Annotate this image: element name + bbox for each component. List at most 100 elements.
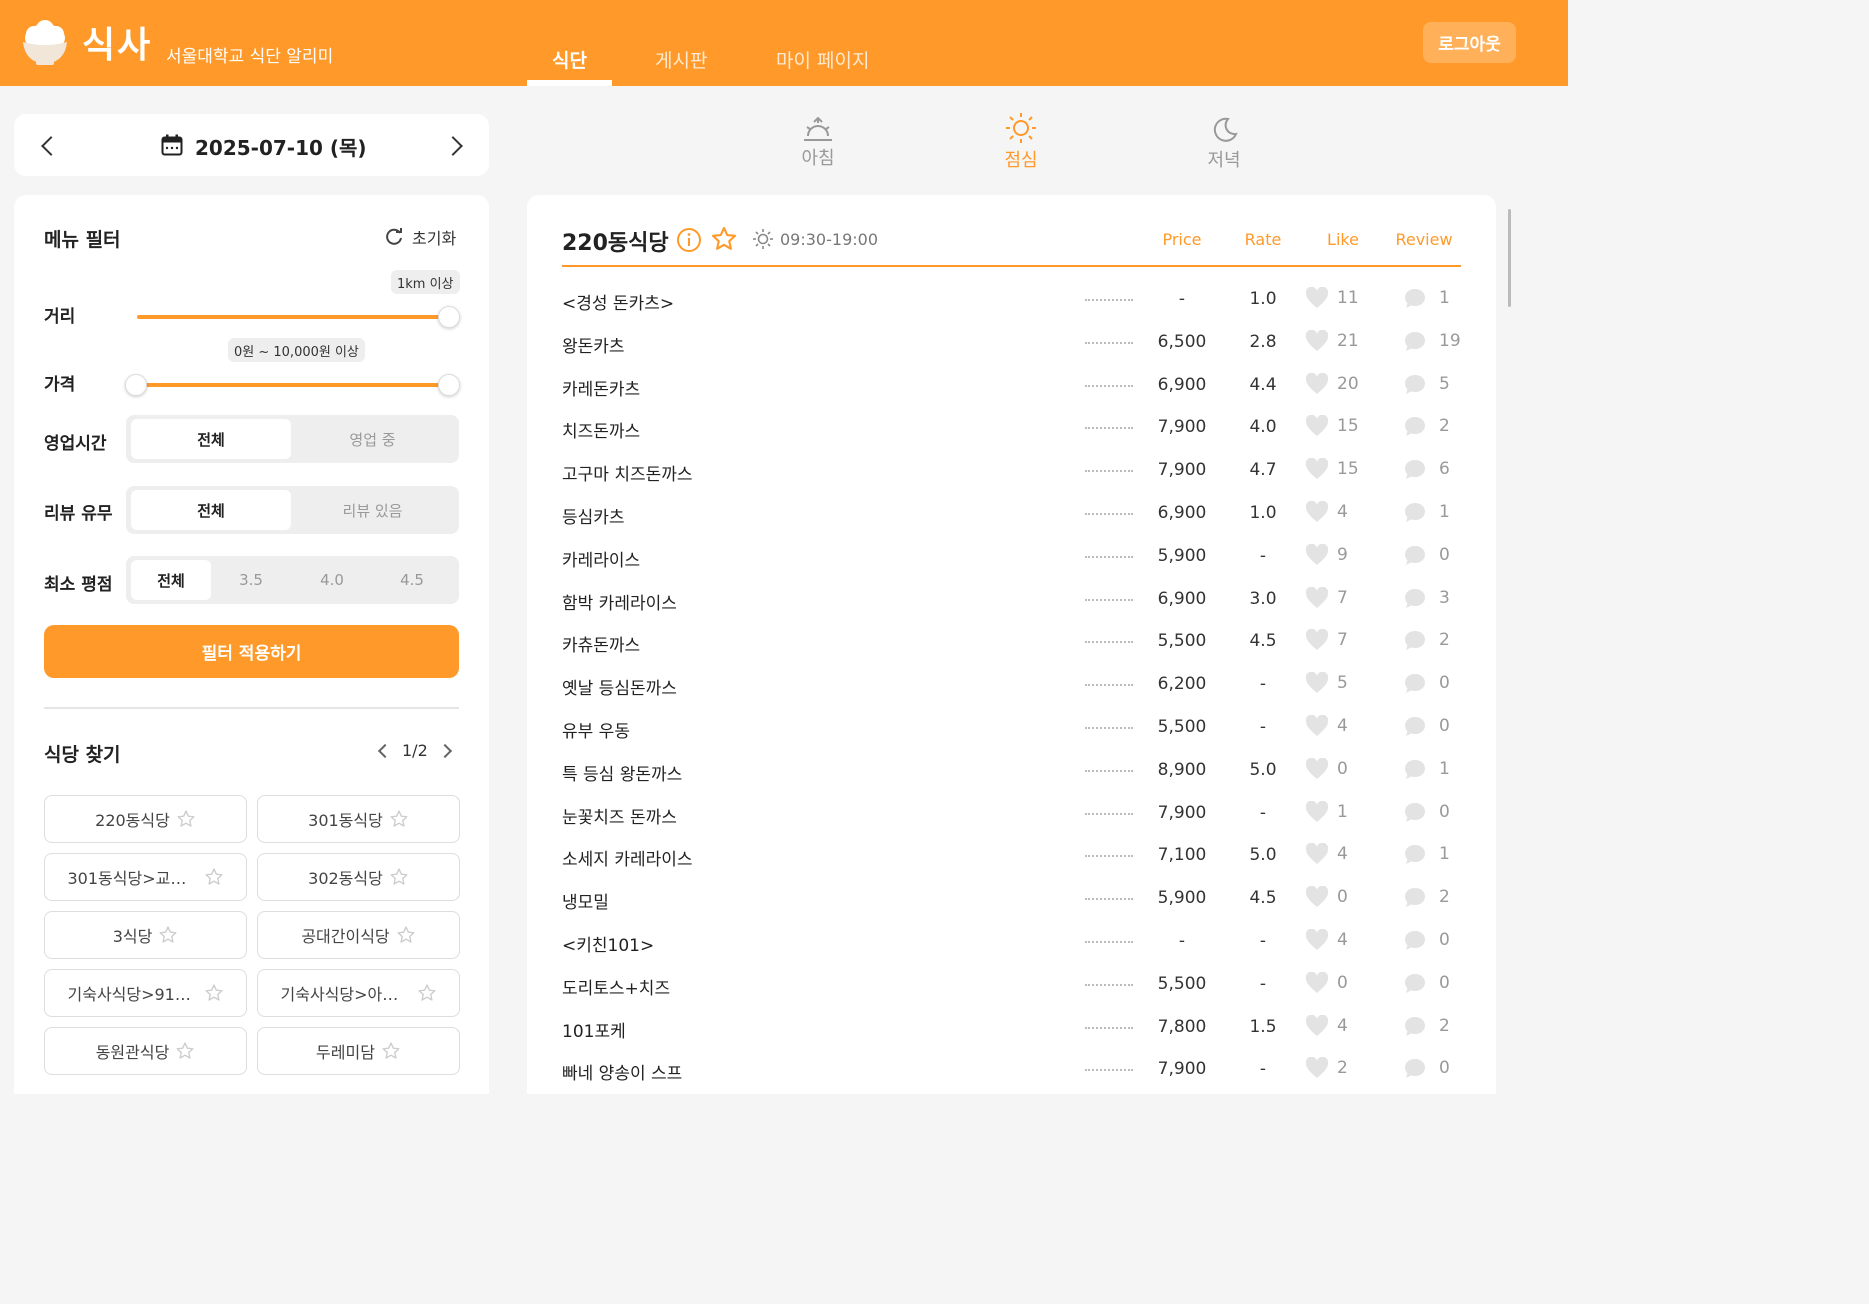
review-button[interactable]: 2 [1403,415,1450,437]
review-button[interactable]: 1 [1403,758,1450,780]
rating-option-4-0[interactable]: 4.0 [292,560,372,600]
menu-row[interactable]: 눈꽃치즈 돈까스 7,900 - 1 0 [527,800,1496,846]
like-button[interactable]: 11 [1305,287,1359,309]
review-button[interactable]: 19 [1403,330,1461,352]
info-icon[interactable] [676,227,702,253]
restaurant-button[interactable]: 기숙사식당>919동 [44,969,247,1017]
nav-my-page[interactable]: 마이 페이지 [776,46,869,73]
restaurant-button[interactable]: 동원관식당 [44,1027,247,1075]
chevron-left-icon[interactable] [41,136,61,156]
review-button[interactable]: 2 [1403,1015,1450,1037]
like-button[interactable]: 1 [1305,800,1348,823]
review-button[interactable]: 0 [1403,972,1450,994]
apply-filter-button[interactable]: 필터 적용하기 [44,625,459,678]
restaurant-button[interactable]: 301동식당 [257,795,460,843]
like-button[interactable]: 0 [1305,757,1348,780]
like-button[interactable]: 0 [1305,886,1348,908]
review-button[interactable]: 1 [1403,501,1450,523]
menu-row[interactable]: 고구마 치즈돈까스 7,900 4.7 15 6 [527,458,1496,503]
review-button[interactable]: 6 [1403,458,1450,480]
menu-row[interactable]: 함박 카레라이스 6,900 3.0 7 3 [527,586,1496,632]
column-header-rate[interactable]: Rate [1223,230,1303,249]
star-outline-icon[interactable] [204,867,224,887]
menu-row[interactable]: <키친101> - - 4 0 [527,929,1496,974]
meal-tab-lunch[interactable]: 점심 [981,113,1061,172]
pager-next-icon[interactable] [437,743,452,758]
review-button[interactable]: 2 [1403,629,1450,651]
menu-row[interactable]: 빠네 양송이 스프 7,900 - 2 0 [527,1057,1496,1102]
price-slider-max-thumb[interactable] [438,374,460,396]
star-outline-icon[interactable] [381,1041,401,1061]
price-slider-min-thumb[interactable] [125,374,147,396]
like-button[interactable]: 4 [1305,843,1348,865]
review-button[interactable]: 0 [1403,1057,1450,1079]
restaurant-button[interactable]: 302동식당 [257,853,460,901]
menu-row[interactable]: 카레라이스 5,900 - 9 0 [527,543,1496,589]
like-button[interactable]: 7 [1305,586,1348,609]
like-button[interactable]: 4 [1305,929,1348,951]
column-header-price[interactable]: Price [1142,230,1222,249]
star-outline-icon[interactable] [396,925,416,945]
price-slider-track[interactable] [137,383,439,387]
star-outline-icon[interactable] [204,983,224,1003]
review-button[interactable]: 0 [1403,715,1450,737]
like-button[interactable]: 4 [1305,1014,1348,1037]
reset-button[interactable]: 초기화 [384,225,456,249]
menu-row[interactable]: 카레돈카츠 6,900 4.4 20 5 [527,372,1496,418]
star-outline-icon[interactable] [389,809,409,829]
like-button[interactable]: 4 [1305,501,1348,523]
brand-title[interactable]: 식사 [82,16,152,68]
rating-option-3-5[interactable]: 3.5 [211,560,291,600]
review-button[interactable]: 2 [1403,886,1450,908]
star-outline-icon[interactable] [417,983,437,1003]
restaurant-button[interactable]: 301동식당>교직... [44,853,247,901]
like-button[interactable]: 5 [1305,672,1348,694]
menu-row[interactable]: <경성 돈카츠> -1.0 11 1 [527,287,1496,332]
like-button[interactable]: 15 [1305,415,1359,437]
column-header-review[interactable]: Review [1384,230,1464,249]
rating-option-all[interactable]: 전체 [131,560,211,600]
review-button[interactable]: 3 [1403,587,1450,609]
nav-board[interactable]: 게시판 [655,46,707,73]
restaurant-button[interactable]: 기숙사식당>아워홈 [257,969,460,1017]
review-option-all[interactable]: 전체 [131,490,291,530]
meal-tab-breakfast[interactable]: 아침 [778,116,858,170]
like-button[interactable]: 21 [1305,329,1359,352]
menu-row[interactable]: 옛날 등심돈까스 6,200 - 5 0 [527,672,1496,717]
like-button[interactable]: 0 [1305,971,1348,994]
scrollbar[interactable] [1508,209,1511,307]
nav-meals[interactable]: 식단 [552,46,587,73]
meal-tab-dinner[interactable]: 저녁 [1184,116,1264,172]
menu-row[interactable]: 101포케 7,800 1.5 4 2 [527,1014,1496,1060]
favorite-star-icon[interactable] [710,225,738,253]
star-outline-icon[interactable] [175,1041,195,1061]
like-button[interactable]: 15 [1305,458,1359,480]
menu-row[interactable]: 냉모밀 5,900 4.5 0 2 [527,886,1496,931]
like-button[interactable]: 2 [1305,1057,1348,1079]
like-button[interactable]: 4 [1305,715,1348,737]
restaurant-button[interactable]: 두레미담 [257,1027,460,1075]
star-outline-icon[interactable] [158,925,178,945]
review-button[interactable]: 1 [1403,843,1450,865]
restaurant-button[interactable]: 220동식당 [44,795,247,843]
star-outline-icon[interactable] [389,867,409,887]
rating-option-4-5[interactable]: 4.5 [372,560,452,600]
distance-slider-track[interactable] [137,315,439,319]
like-button[interactable]: 20 [1305,372,1359,395]
menu-row[interactable]: 유부 우동 5,500 - 4 0 [527,715,1496,760]
menu-row[interactable]: 특 등심 왕돈까스 8,900 5.0 0 1 [527,757,1496,803]
restaurant-button[interactable]: 공대간이식당 [257,911,460,959]
like-button[interactable]: 9 [1305,543,1348,566]
review-button[interactable]: 1 [1403,287,1450,309]
menu-row[interactable]: 도리토스+치즈 5,500 - 0 0 [527,971,1496,1017]
distance-slider-thumb[interactable] [438,306,460,328]
chevron-right-icon[interactable] [443,136,463,156]
review-button[interactable]: 0 [1403,544,1450,566]
star-outline-icon[interactable] [176,809,196,829]
menu-row[interactable]: 등심카츠 6,900 1.0 4 1 [527,501,1496,546]
logout-button[interactable]: 로그아웃 [1423,22,1516,63]
menu-row[interactable]: 카츄돈까스 5,500 4.5 7 2 [527,629,1496,674]
pager-prev-icon[interactable] [377,743,393,758]
review-button[interactable]: 0 [1403,929,1450,951]
review-option-has-review[interactable]: 리뷰 있음 [292,490,453,530]
